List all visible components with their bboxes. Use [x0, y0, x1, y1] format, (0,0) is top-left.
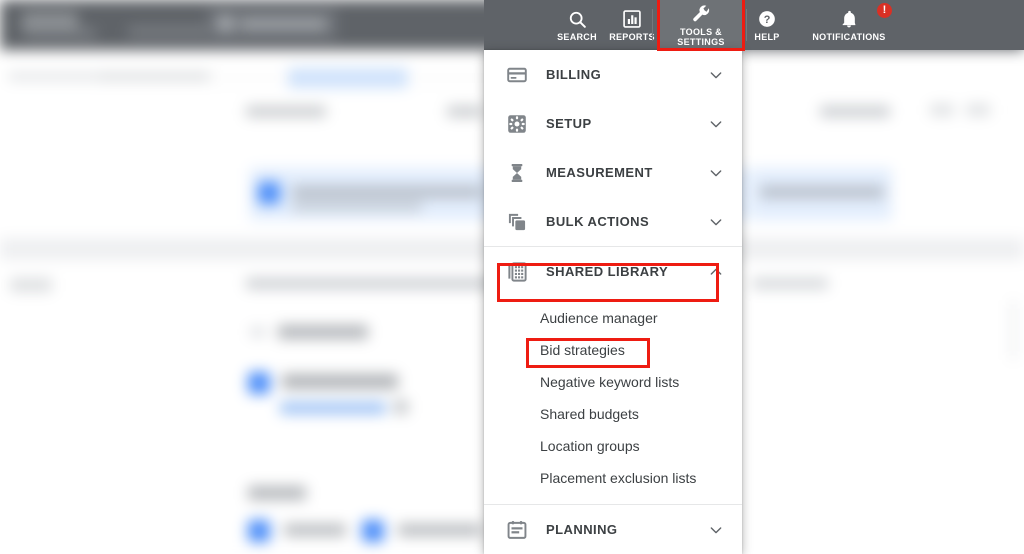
- menu-section-label: MEASUREMENT: [546, 165, 653, 180]
- notification-badge: !: [877, 3, 892, 18]
- submenu-item-audience-manager[interactable]: Audience manager: [484, 302, 742, 334]
- submenu-item-negative-keyword-lists[interactable]: Negative keyword lists: [484, 366, 742, 398]
- chevron-down-icon[interactable]: [708, 165, 724, 181]
- nav-item-notifications[interactable]: NOTIFICATIONS!: [794, 0, 904, 50]
- submenu-item-shared-budgets[interactable]: Shared budgets: [484, 398, 742, 430]
- nav-item-label: TOOLS & SETTINGS: [677, 26, 725, 47]
- svg-text:?: ?: [764, 14, 771, 26]
- submenu-item-placement-exclusion-lists[interactable]: Placement exclusion lists: [484, 462, 742, 494]
- chevron-down-icon[interactable]: [708, 522, 724, 538]
- chevron-down-icon[interactable]: [708, 116, 724, 132]
- app-screenshot: SEARCH REPORTS TOOLS & SETTINGS? HELP NOTIFI…: [0, 0, 1024, 554]
- bell-icon: [839, 9, 859, 30]
- chevron-down-icon[interactable]: [708, 67, 724, 83]
- nav-item-search[interactable]: SEARCH: [548, 0, 606, 50]
- nav-item-label: SEARCH: [557, 31, 597, 42]
- submenu-item-location-groups[interactable]: Location groups: [484, 430, 742, 462]
- chevron-up-icon[interactable]: [708, 264, 724, 280]
- menu-section-shared-library[interactable]: SHARED LIBRARY: [484, 247, 742, 296]
- menu-section-measurement[interactable]: MEASUREMENT: [484, 148, 742, 197]
- menu-section-setup[interactable]: SETUP: [484, 99, 742, 148]
- menu-section-label: SETUP: [546, 116, 592, 131]
- chevron-down-icon[interactable]: [708, 214, 724, 230]
- top-navigation-bar: SEARCH REPORTS TOOLS & SETTINGS? HELP NOTIFI…: [0, 0, 1024, 50]
- nav-separator-0: [652, 9, 653, 41]
- library-grid-icon: [506, 261, 528, 283]
- stacked-layers-icon: [506, 211, 528, 233]
- menu-section-planning[interactable]: PLANNING: [484, 505, 742, 554]
- wrench-icon: [691, 4, 712, 25]
- clipboard-icon: [506, 519, 528, 541]
- menu-section-bulk-actions[interactable]: BULK ACTIONS: [484, 197, 742, 246]
- hourglass-icon: [506, 162, 528, 184]
- nav-item-label: HELP: [754, 31, 780, 42]
- nav-item-help[interactable]: ? HELP: [739, 0, 795, 50]
- reports-bar-chart-icon: [622, 9, 642, 30]
- gear-square-icon: [506, 113, 528, 135]
- nav-item-label: REPORTS: [609, 31, 655, 42]
- shared-library-submenu: Audience manager Bid strategies Negative k…: [484, 296, 742, 504]
- tools-settings-dropdown-menu: BILLING SETUP MEASUREMENT BULK ACTIONS SHARE…: [484, 50, 742, 554]
- search-icon: [567, 9, 588, 30]
- menu-section-label: SHARED LIBRARY: [546, 264, 669, 279]
- menu-section-billing[interactable]: BILLING: [484, 50, 742, 99]
- menu-section-label: BULK ACTIONS: [546, 214, 650, 229]
- help-question-icon: ?: [757, 9, 777, 30]
- menu-section-label: BILLING: [546, 67, 602, 82]
- menu-section-label: PLANNING: [546, 522, 618, 537]
- credit-card-icon: [506, 64, 528, 86]
- submenu-item-bid-strategies[interactable]: Bid strategies: [484, 334, 742, 366]
- nav-item-label: NOTIFICATIONS: [812, 31, 886, 42]
- nav-separator-1: [746, 9, 747, 41]
- nav-item-tools[interactable]: TOOLS & SETTINGS: [657, 0, 745, 50]
